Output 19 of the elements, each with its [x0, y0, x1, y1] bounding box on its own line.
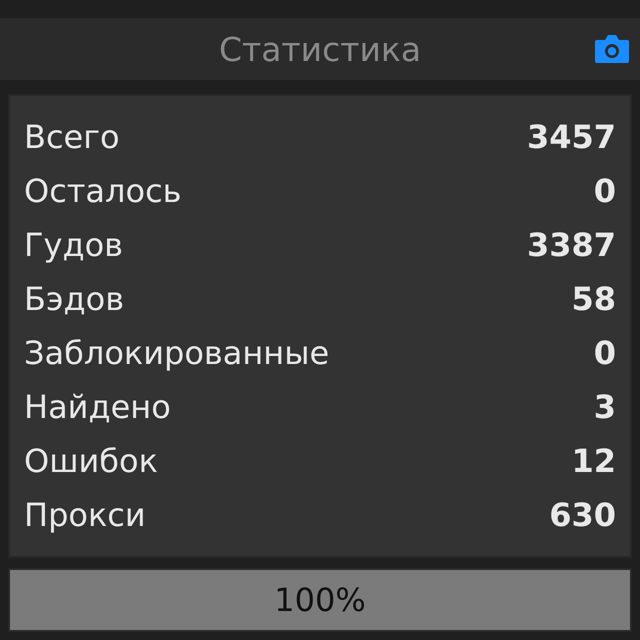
stat-label: Гудов [24, 226, 124, 264]
stat-value: 58 [571, 280, 616, 318]
panel-title: Статистика [218, 30, 422, 68]
stat-value: 3387 [526, 226, 616, 264]
stat-label: Осталось [24, 172, 182, 210]
stat-value: 3457 [526, 118, 616, 156]
stat-label: Ошибок [24, 442, 158, 480]
stat-value: 3 [594, 388, 616, 426]
stat-label: Всего [24, 118, 120, 156]
stat-value: 12 [571, 442, 616, 480]
stat-value: 630 [549, 496, 616, 534]
stat-label: Бэдов [24, 280, 124, 318]
stat-label: Прокси [24, 496, 146, 534]
stat-value: 0 [594, 334, 616, 372]
stat-label: Заблокированные [24, 334, 330, 372]
progress-text: 100% [274, 581, 366, 619]
stat-value: 0 [594, 172, 616, 210]
stat-label: Найдено [24, 388, 171, 426]
camera-icon[interactable] [594, 34, 630, 64]
